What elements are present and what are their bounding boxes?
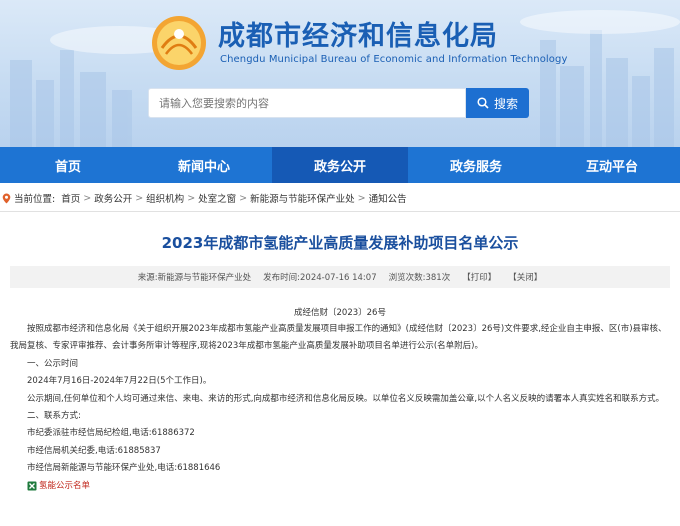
print-link[interactable]: 【打印】: [462, 271, 496, 283]
nav-item-interaction[interactable]: 互动平台: [544, 147, 680, 183]
breadcrumb-separator: >: [187, 192, 196, 204]
breadcrumb-home[interactable]: 首页: [61, 191, 80, 205]
nav-item-gov-affairs[interactable]: 政务公开: [272, 147, 408, 183]
contact-line: 市纪委派驻市经信局纪检组,电话:61886372: [27, 428, 195, 439]
breadcrumb-separator: >: [239, 192, 248, 204]
body-paragraph: 2024年7月16日-2024年7月22日(5个工作日)。: [27, 376, 212, 387]
breadcrumb: 当前位置: 首页 > 政务公开 > 组织机构 > 处室之窗 > 新能源与节能环保…: [0, 188, 680, 208]
site-title: 成都市经济和信息化局: [218, 21, 498, 52]
contact-line: 市经信局机关纪委,电话:61885837: [27, 445, 161, 456]
page: 成都市经济和信息化局 Chengdu Municipal Bureau of E…: [0, 0, 680, 526]
location-pin-icon: [2, 193, 11, 204]
breadcrumb-departments[interactable]: 处室之窗: [198, 191, 236, 205]
breadcrumb-energy-dept[interactable]: 新能源与节能环保产业处: [250, 191, 355, 205]
close-link[interactable]: 【关闭】: [508, 271, 542, 283]
body-paragraph: 按照成都市经济和信息化局《关于组织开展2023年成都市氢能产业高质量发展项目申报…: [10, 324, 667, 352]
nav-item-gov-services[interactable]: 政务服务: [408, 147, 544, 183]
article-views: 浏览次数:381次: [388, 273, 451, 283]
bureau-logo: [152, 16, 206, 70]
breadcrumb-divider: [0, 211, 680, 212]
contact-line: 市经信局新能源与节能环保产业处,电话:61881646: [27, 463, 221, 474]
breadcrumb-notices[interactable]: 通知公告: [369, 191, 407, 205]
attachment-link[interactable]: 氢能公示名单: [39, 478, 90, 495]
body-paragraph: 公示期间,任何单位和个人均可通过来信、来电、来访的形式,向成都市经济和信息化局反…: [27, 393, 665, 404]
excel-file-icon: [27, 481, 37, 491]
breadcrumb-separator: >: [135, 192, 144, 204]
document-number: 成经信财〔2023〕26号: [294, 308, 386, 318]
breadcrumb-separator: >: [83, 192, 92, 204]
search-button[interactable]: 搜索: [466, 88, 529, 118]
article-body: 按照成都市经济和信息化局《关于组织开展2023年成都市氢能产业高质量发展项目申报…: [10, 321, 670, 495]
search-button-label: 搜索: [493, 96, 518, 111]
search-input[interactable]: [148, 88, 466, 118]
nav-item-news[interactable]: 新闻中心: [136, 147, 272, 183]
breadcrumb-gov-affairs[interactable]: 政务公开: [94, 191, 132, 205]
breadcrumb-organization[interactable]: 组织机构: [146, 191, 184, 205]
article-source: 来源:新能源与节能环保产业处: [137, 273, 252, 283]
article-published: 发布时间:2024-07-16 14:07: [263, 273, 377, 283]
site-subtitle: Chengdu Municipal Bureau of Economic and…: [220, 54, 568, 65]
header-banner: 成都市经济和信息化局 Chengdu Municipal Bureau of E…: [0, 0, 680, 147]
section-heading: 一、公示时间: [27, 358, 79, 369]
nav-item-home[interactable]: 首页: [0, 147, 136, 183]
breadcrumb-separator: >: [357, 192, 366, 204]
main-nav: 首页 新闻中心 政务公开 政务服务 互动平台: [0, 147, 680, 183]
section-heading: 二、联系方式:: [27, 411, 81, 422]
attachment-row: 氢能公示名单: [10, 478, 670, 495]
breadcrumb-prefix: 当前位置:: [14, 194, 56, 205]
article-title: 2023年成都市氢能产业高质量发展补助项目名单公示: [161, 234, 519, 252]
article-meta-bar: 来源:新能源与节能环保产业处 发布时间:2024-07-16 14:07 浏览次…: [10, 266, 670, 288]
search-icon: [477, 97, 489, 109]
